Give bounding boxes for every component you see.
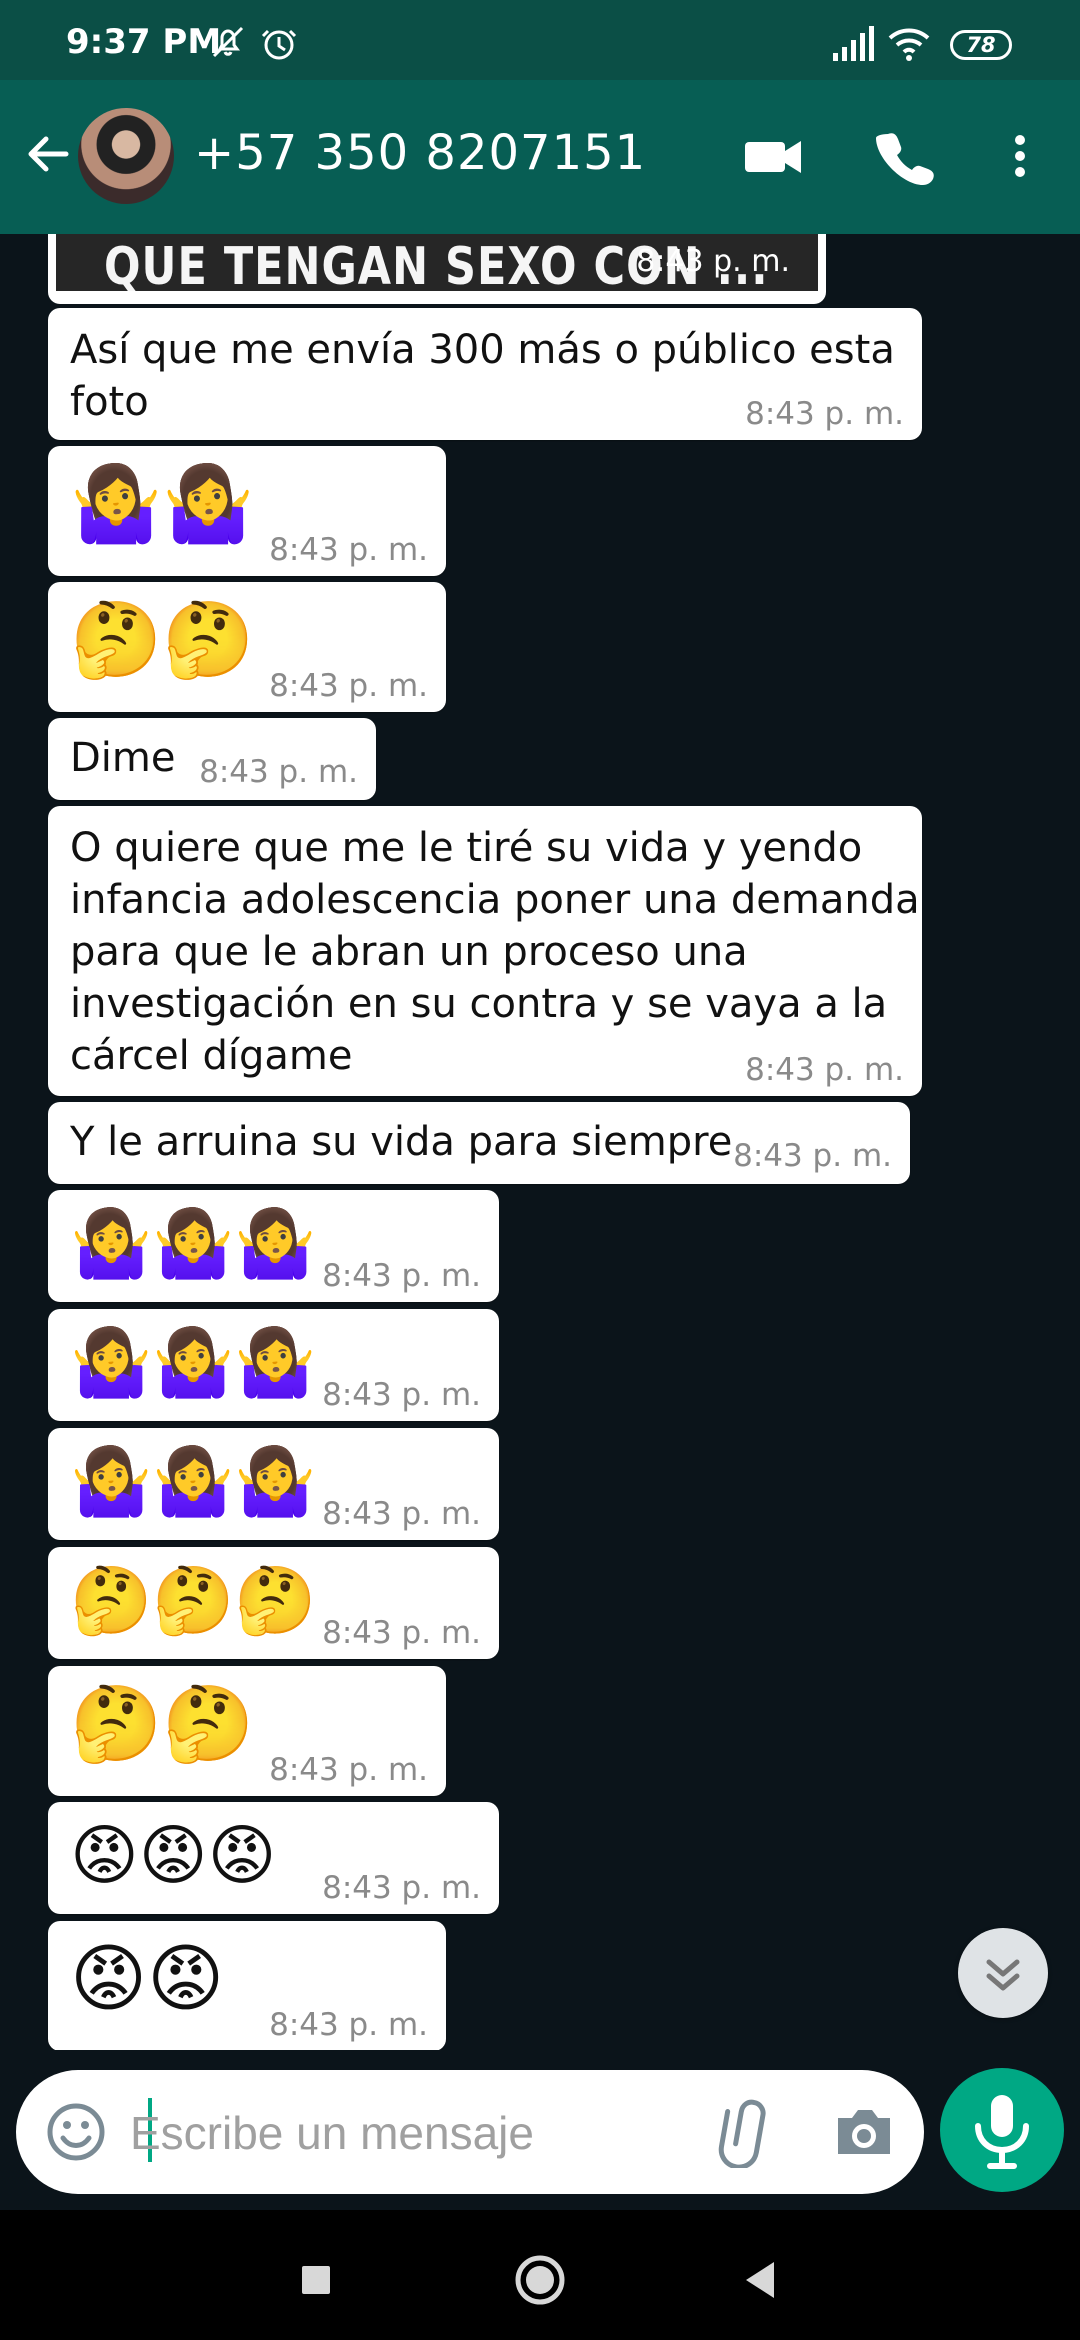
message-bubble[interactable]: 😡😡😡 8:43 p. m. bbox=[48, 1802, 499, 1914]
microphone-icon[interactable] bbox=[940, 2068, 1064, 2192]
contact-avatar[interactable] bbox=[78, 108, 174, 204]
message-time: 8:43 p. m. bbox=[322, 1615, 481, 1651]
emoji-message: 🤔🤔 bbox=[70, 597, 255, 683]
message-bubble[interactable]: 🤷‍♀️🤷‍♀️ 8:43 p. m. bbox=[48, 446, 446, 576]
emoji-message: 🤷‍♀️🤷‍♀️🤷‍♀️ bbox=[70, 1443, 317, 1520]
back-icon[interactable] bbox=[728, 2248, 792, 2312]
image-preview[interactable]: QUE TENGAN SEXO CON ... 8:43 p. m. bbox=[56, 234, 818, 291]
message-time: 8:43 p. m. bbox=[199, 754, 358, 790]
status-time: 9:37 PM bbox=[66, 22, 222, 62]
message-bubble[interactable]: 🤷‍♀️🤷‍♀️🤷‍♀️ 8:43 p. m. bbox=[48, 1309, 499, 1421]
message-bubble[interactable]: 🤔🤔🤔 8:43 p. m. bbox=[48, 1547, 499, 1659]
message-time: 8:43 p. m. bbox=[269, 532, 428, 568]
emoji-message: 😡😡😡 bbox=[70, 1817, 277, 1894]
message-bubble[interactable]: 🤔🤔 8:43 p. m. bbox=[48, 1666, 446, 1796]
message-bubble[interactable]: 🤷‍♀️🤷‍♀️🤷‍♀️ 8:43 p. m. bbox=[48, 1428, 499, 1540]
message-time: 8:43 p. m. bbox=[745, 396, 904, 432]
emoji-message: 🤷‍♀️🤷‍♀️🤷‍♀️ bbox=[70, 1324, 317, 1401]
message-time: 8:43 p. m. bbox=[322, 1870, 481, 1906]
contact-name[interactable]: +57 350 8207151 bbox=[194, 125, 646, 181]
attach-icon[interactable] bbox=[706, 2096, 778, 2168]
voice-call-icon[interactable] bbox=[868, 120, 938, 192]
alarm-icon bbox=[261, 29, 297, 60]
message-time: 8:43 p. m. bbox=[322, 1496, 481, 1532]
status-bar: 9:37 PM 78 bbox=[0, 0, 1080, 80]
camera-icon[interactable] bbox=[826, 2096, 902, 2168]
emoji-message: 🤷‍♀️🤷‍♀️ bbox=[70, 461, 255, 547]
wifi-icon bbox=[888, 28, 930, 61]
scroll-down-icon[interactable] bbox=[958, 1928, 1048, 2018]
message-bubble[interactable]: Y le arruina su vida para siempre 8:43 p… bbox=[48, 1102, 910, 1184]
more-options-icon[interactable] bbox=[985, 120, 1055, 192]
chat-area[interactable]: QUE TENGAN SEXO CON ... 8:43 p. m. Así q… bbox=[0, 234, 1080, 2050]
emoji-message: 😡😡 bbox=[70, 1936, 225, 2022]
emoji-message: 🤔🤔 bbox=[70, 1681, 255, 1767]
message-time: 8:43 p. m. bbox=[322, 1258, 481, 1294]
message-bubble[interactable]: Así que me envía 300 más o público esta … bbox=[48, 308, 922, 440]
battery-icon: 78 bbox=[950, 30, 1012, 60]
emoji-icon[interactable] bbox=[38, 2094, 114, 2170]
message-time: 8:43 p. m. bbox=[322, 1377, 481, 1413]
home-icon[interactable] bbox=[508, 2248, 572, 2312]
message-time: 8:43 p. m. bbox=[269, 668, 428, 704]
message-bubble[interactable]: 🤷‍♀️🤷‍♀️🤷‍♀️ 8:43 p. m. bbox=[48, 1190, 499, 1302]
system-navigation-bar bbox=[0, 2210, 1080, 2340]
message-bubble[interactable]: O quiere que me le tiré su vida y yendo … bbox=[48, 806, 922, 1096]
message-composer[interactable] bbox=[16, 2070, 924, 2194]
message-bubble[interactable]: Dime 8:43 p. m. bbox=[48, 718, 376, 800]
signal-icon bbox=[833, 26, 874, 61]
emoji-message: 🤔🤔🤔 bbox=[70, 1562, 317, 1639]
message-text: O quiere que me le tiré su vida y yendo … bbox=[70, 825, 920, 1079]
mute-icon bbox=[212, 26, 244, 58]
message-time: 8:43 p. m. bbox=[733, 1138, 892, 1174]
chat-header: +57 350 8207151 bbox=[0, 80, 1080, 234]
message-time: 8:43 p. m. bbox=[636, 244, 790, 279]
recent-apps-icon[interactable] bbox=[284, 2248, 348, 2312]
message-time: 8:43 p. m. bbox=[269, 1752, 428, 1788]
message-time: 8:43 p. m. bbox=[269, 2007, 428, 2043]
message-bubble[interactable]: 🤔🤔 8:43 p. m. bbox=[48, 582, 446, 712]
message-text: Y le arruina su vida para siempre bbox=[70, 1119, 733, 1165]
back-arrow-icon[interactable] bbox=[18, 124, 78, 184]
message-time: 8:43 p. m. bbox=[745, 1052, 904, 1088]
video-call-icon[interactable] bbox=[738, 120, 808, 192]
message-text: Dime bbox=[70, 735, 176, 781]
image-message[interactable]: QUE TENGAN SEXO CON ... 8:43 p. m. bbox=[48, 234, 826, 304]
message-bubble[interactable]: 😡😡 8:43 p. m. bbox=[48, 1921, 446, 2050]
message-input[interactable] bbox=[128, 2094, 712, 2172]
emoji-message: 🤷‍♀️🤷‍♀️🤷‍♀️ bbox=[70, 1205, 317, 1282]
